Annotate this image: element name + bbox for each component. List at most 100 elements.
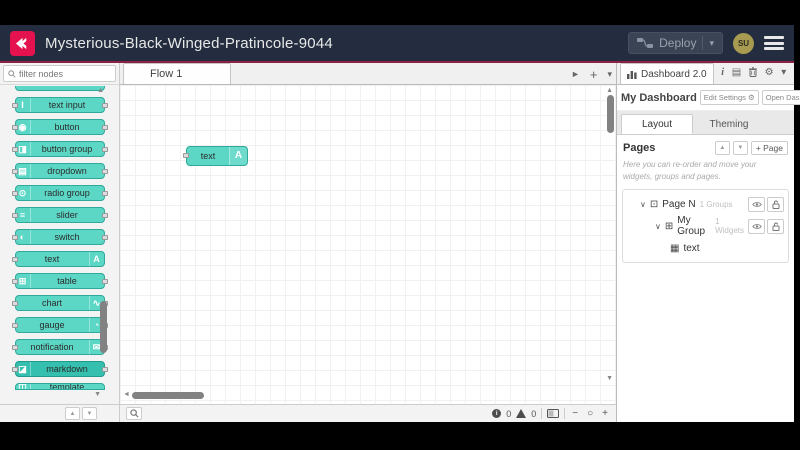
tree-row-my-group[interactable]: ∨ ⊞ My Group 1 Widgets	[623, 215, 788, 237]
open-dashboard-button[interactable]: Open Dashboard ↗	[761, 90, 800, 105]
palette-node-radio-group[interactable]: ⊙ radio group	[11, 185, 108, 201]
lock-toggle-button[interactable]	[767, 196, 784, 212]
delete-tab-button[interactable]	[748, 66, 757, 80]
info-count-icon[interactable]: i	[492, 409, 502, 418]
palette-scroll-down-icon[interactable]: ▼	[94, 391, 101, 398]
search-flows-button[interactable]	[126, 407, 142, 420]
navigator-toggle-icon[interactable]	[547, 409, 560, 418]
tree-caret-icon[interactable]: ∨	[640, 200, 646, 209]
palette-scrollbar[interactable]	[100, 301, 107, 353]
switch-icon: ◐	[16, 230, 31, 244]
node-input-port	[11, 125, 18, 130]
warning-count-icon[interactable]	[516, 409, 527, 418]
tree-caret-icon[interactable]: ∨	[655, 222, 661, 231]
layout-theming-tabs: Layout Theming	[617, 111, 794, 135]
canvas-scroll-down-icon[interactable]: ▼	[606, 375, 613, 382]
add-page-button[interactable]: + Page	[750, 141, 788, 155]
palette-node-text-input[interactable]: I text input	[11, 97, 108, 113]
palette-footer: ▲ ▼	[0, 404, 119, 422]
palette-node-clipped-top[interactable]	[14, 86, 105, 91]
node-input-port	[11, 279, 18, 284]
sidebar-tabbar: Dashboard 2.0 i ▤ ⚙ ▾	[617, 63, 794, 85]
palette-scroll-up-icon[interactable]: ▲	[97, 87, 104, 94]
sidebar-menu-button[interactable]: ▾	[781, 68, 786, 78]
user-avatar[interactable]: SU	[733, 32, 754, 54]
palette-node-text[interactable]: A text	[11, 251, 105, 267]
lock-toggle-button[interactable]	[767, 218, 784, 234]
main-menu-button[interactable]	[764, 36, 784, 50]
tree-row-text[interactable]: ▦ text	[623, 237, 788, 259]
palette-node-markdown[interactable]: ◪ markdown	[11, 361, 108, 377]
deploy-label: Deploy	[659, 36, 697, 50]
filter-nodes-input[interactable]	[19, 68, 89, 79]
node-input-port[interactable]	[183, 153, 189, 158]
filter-nodes-box[interactable]	[3, 65, 116, 82]
palette-node-slider[interactable]: ≡ slider	[11, 207, 108, 223]
zoom-reset-button[interactable]: ○	[585, 408, 595, 419]
palette-node-table[interactable]: ⊞ table	[11, 273, 108, 289]
palette-node-button[interactable]: ◉ button	[11, 119, 108, 135]
pages-title: Pages	[623, 142, 656, 154]
trash-icon	[748, 66, 757, 77]
settings-tab-button[interactable]: ⚙	[765, 68, 774, 78]
deploy-button[interactable]: Deploy ▾	[628, 32, 723, 54]
next-tab-button[interactable]: ►	[571, 69, 580, 79]
eye-icon	[751, 201, 762, 207]
flow-tab[interactable]: Flow 1	[123, 63, 231, 84]
move-page-down-button[interactable]: ▼	[732, 141, 748, 155]
zoom-out-button[interactable]: −	[570, 408, 580, 419]
palette-node-template[interactable]: ◫ template	[14, 383, 105, 390]
search-icon	[8, 69, 16, 78]
node-output-port	[101, 191, 108, 196]
table-icon: ⊞	[16, 274, 31, 288]
canvas-horizontal-scrollbar[interactable]	[132, 392, 204, 399]
palette-node-button-group[interactable]: ◨ button group	[11, 141, 108, 157]
node-input-port	[11, 323, 18, 328]
tree-row-actions	[748, 218, 784, 234]
deploy-nodes-icon	[637, 38, 654, 48]
palette-collapse-all-button[interactable]: ▲	[65, 407, 80, 420]
screen: Mysterious-Black-Winged-Pratincole-9044 …	[0, 0, 800, 450]
move-page-up-button[interactable]: ▲	[714, 141, 730, 155]
visibility-toggle-button[interactable]	[748, 218, 765, 234]
canvas-scroll-left-icon[interactable]: ◄	[123, 391, 130, 398]
palette-node-switch[interactable]: ◐ switch	[11, 229, 108, 245]
dashboard-chart-icon	[627, 70, 637, 79]
palette-expand-all-button[interactable]: ▼	[82, 407, 97, 420]
zoom-in-button[interactable]: +	[600, 408, 610, 419]
palette-node-dropdown[interactable]: ▤ dropdown	[11, 163, 108, 179]
dashboard-header-row: My Dashboard Edit Settings ⚙ Open Dashbo…	[617, 85, 800, 111]
sidebar-icon-row: i ▤ ⚙ ▾	[714, 62, 794, 84]
tab-dashboard-2[interactable]: Dashboard 2.0	[620, 63, 714, 84]
info-tab-button[interactable]: i	[721, 68, 724, 78]
palette-node-chart[interactable]: ∿ chart	[11, 295, 108, 311]
flow-canvas[interactable]: text A ▲ ▼ ◄	[120, 85, 616, 404]
node-output-port	[101, 279, 108, 284]
node-output-port	[101, 213, 108, 218]
canvas-scroll-up-icon[interactable]: ▲	[606, 87, 613, 94]
canvas-node-text[interactable]: text A	[183, 146, 248, 166]
edit-settings-button[interactable]: Edit Settings ⚙	[699, 90, 759, 105]
pointer-icon: ◉	[16, 120, 31, 134]
add-flow-button[interactable]: +	[590, 67, 598, 82]
tree-row-page-n[interactable]: ∨ ⊡ Page N 1 Groups	[623, 193, 788, 215]
flows-menu-button[interactable]: ▾	[607, 69, 612, 80]
canvas-vertical-scrollbar[interactable]	[607, 95, 614, 133]
info-count: 0	[506, 408, 512, 419]
text-cursor-icon: I	[16, 98, 31, 112]
deploy-caret-icon[interactable]: ▾	[709, 38, 714, 48]
node-output-port	[101, 169, 108, 174]
canvas-node-label: text	[200, 151, 216, 161]
node-output-port	[101, 147, 108, 152]
node-output-port	[101, 103, 108, 108]
tab-theming[interactable]: Theming	[693, 114, 765, 134]
node-input-port	[11, 147, 18, 152]
palette-node-notification[interactable]: ✉ notification	[11, 339, 108, 355]
visibility-toggle-button[interactable]	[748, 196, 765, 212]
gear-icon: ⚙	[748, 93, 755, 102]
tab-layout[interactable]: Layout	[621, 114, 693, 134]
palette-node-gauge[interactable]: ◔ gauge	[11, 317, 108, 333]
help-tab-button[interactable]: ▤	[732, 68, 741, 78]
tree-type-icon: ▦	[670, 242, 680, 254]
template-icon: ◫	[16, 384, 31, 389]
